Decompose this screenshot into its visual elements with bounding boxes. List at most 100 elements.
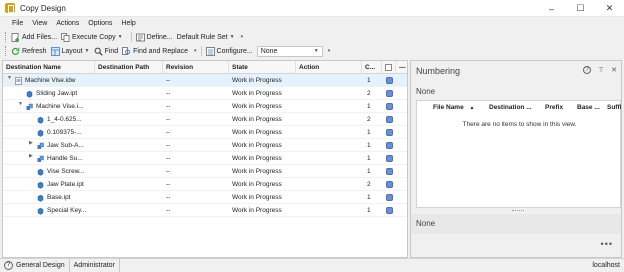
chevron-down-icon[interactable]: ▼ bbox=[118, 34, 123, 40]
toolbar-overflow-icon[interactable]: ▾ bbox=[194, 48, 197, 54]
row-status-indicator[interactable] bbox=[386, 194, 393, 201]
layout-icon bbox=[50, 46, 60, 56]
configure-button[interactable]: Configure... bbox=[205, 46, 253, 56]
num-col-base[interactable]: Base ... bbox=[577, 101, 605, 114]
close-icon[interactable]: ✕ bbox=[611, 66, 617, 74]
row-status-indicator[interactable] bbox=[386, 181, 393, 188]
row-status-indicator[interactable] bbox=[386, 90, 393, 97]
cell-state: Work in Progress bbox=[232, 155, 282, 162]
cell-destination-path bbox=[98, 74, 162, 87]
toolbar-grip[interactable] bbox=[5, 46, 8, 56]
cell-state: Work in Progress bbox=[232, 77, 282, 84]
more-options-icon[interactable]: ••• bbox=[601, 239, 613, 249]
help-icon[interactable]: ? bbox=[583, 66, 592, 74]
maximize-button[interactable]: ☐ bbox=[566, 0, 595, 17]
configure-icon bbox=[205, 46, 215, 56]
numbering-grid: File Name ▲ Destination ... Prefix Base … bbox=[416, 100, 621, 208]
numbering-scheme-bottom[interactable]: None bbox=[411, 214, 621, 234]
rule-set-dropdown[interactable]: Default Rule Set ▼ bbox=[177, 34, 235, 41]
cell-action bbox=[299, 113, 361, 126]
cell-action bbox=[299, 152, 361, 165]
menu-view[interactable]: View bbox=[32, 20, 47, 27]
expand-icon[interactable]: ▶ bbox=[29, 153, 33, 159]
workspace-status[interactable]: ? General Design bbox=[0, 258, 70, 272]
expand-icon[interactable]: ▶ bbox=[29, 140, 33, 146]
col-action[interactable]: Action bbox=[296, 61, 362, 74]
table-row[interactable]: 0.109375-... -- Work in Progress 1 bbox=[3, 126, 407, 139]
col-destination-name[interactable]: Destination Name bbox=[3, 61, 95, 74]
table-row[interactable]: Vise Screw... -- Work in Progress 1 bbox=[3, 165, 407, 178]
col-count[interactable]: C... bbox=[362, 61, 382, 74]
row-status-indicator[interactable] bbox=[386, 103, 393, 110]
part-file-icon bbox=[37, 207, 44, 215]
row-status-indicator[interactable] bbox=[386, 77, 393, 84]
cell-destination-path bbox=[98, 126, 162, 139]
col-checkbox[interactable] bbox=[382, 61, 396, 74]
collapse-icon[interactable]: ▼ bbox=[18, 101, 23, 107]
col-menu[interactable]: — bbox=[396, 61, 407, 74]
table-row[interactable]: ▶ Jaw Sub-A... -- Work in Progress 1 bbox=[3, 139, 407, 152]
row-status-indicator[interactable] bbox=[386, 155, 393, 162]
row-status-indicator[interactable] bbox=[386, 142, 393, 149]
find-button[interactable]: Find bbox=[94, 47, 118, 56]
close-button[interactable]: ✕ bbox=[595, 0, 624, 17]
table-row[interactable]: Jaw Plate.ipt -- Work in Progress 2 bbox=[3, 178, 407, 191]
col-revision[interactable]: Revision bbox=[163, 61, 229, 74]
window-controls: – ☐ ✕ bbox=[537, 0, 624, 17]
empty-message: There are no items to show in this view. bbox=[462, 121, 577, 128]
cell-destination-name: Handle Su... bbox=[47, 155, 83, 162]
num-col-suffix[interactable]: Suffi bbox=[607, 101, 622, 114]
num-col-file-name[interactable]: File Name ▲ bbox=[433, 101, 485, 114]
cell-destination-path bbox=[98, 87, 162, 100]
search-icon bbox=[94, 47, 103, 56]
num-col-destination[interactable]: Destination ... bbox=[489, 101, 543, 114]
configure-select[interactable]: None ▼ bbox=[256, 45, 323, 57]
menu-options[interactable]: Options bbox=[88, 20, 112, 27]
col-state[interactable]: State bbox=[229, 61, 296, 74]
collapse-icon[interactable]: ▼ bbox=[7, 75, 12, 81]
menu-help[interactable]: Help bbox=[121, 20, 135, 27]
cell-destination-path bbox=[98, 152, 162, 165]
toolbar-overflow-icon[interactable]: ▾ bbox=[328, 48, 331, 54]
table-row[interactable]: Sliding Jaw.ipt -- Work in Progress 2 bbox=[3, 87, 407, 100]
refresh-button[interactable]: Refresh bbox=[11, 47, 47, 56]
table-row[interactable]: Base.ipt -- Work in Progress 1 bbox=[3, 191, 407, 204]
numbering-splitter[interactable] bbox=[416, 209, 621, 213]
define-button[interactable]: Define... bbox=[135, 33, 173, 42]
cell-state: Work in Progress bbox=[232, 116, 282, 123]
chevron-down-icon: ▼ bbox=[229, 34, 235, 40]
menu-actions[interactable]: Actions bbox=[56, 20, 79, 27]
layout-button[interactable]: Layout ▼ bbox=[50, 46, 90, 56]
minimize-button[interactable]: – bbox=[537, 0, 566, 17]
menu-file[interactable]: File bbox=[12, 20, 23, 27]
cell-count: 1 bbox=[367, 155, 371, 162]
table-row[interactable]: ▼ Machine Vise.i... -- Work in Progress 1 bbox=[3, 100, 407, 113]
num-col-prefix[interactable]: Prefix bbox=[545, 101, 575, 114]
row-status-indicator[interactable] bbox=[386, 116, 393, 123]
execute-copy-icon bbox=[61, 32, 70, 42]
execute-copy-button[interactable]: Execute Copy ▼ bbox=[61, 32, 123, 42]
toolbar-secondary: Refresh Layout ▼ Find Find and Replace ▾… bbox=[0, 44, 624, 58]
cell-destination-path bbox=[98, 178, 162, 191]
row-status-indicator[interactable] bbox=[386, 129, 393, 136]
table-row[interactable]: ▼ Machine Vise.idw -- Work in Progress 1 bbox=[3, 74, 407, 87]
column-menu-icon[interactable]: — bbox=[399, 64, 406, 71]
toolbar-overflow-icon[interactable]: ▾ bbox=[241, 34, 244, 40]
table-row[interactable]: ▶ Handle Su... -- Work in Progress 1 bbox=[3, 152, 407, 165]
toolbar-grip[interactable] bbox=[5, 32, 8, 42]
table-row[interactable]: Special Key... -- Work in Progress 1 bbox=[3, 204, 407, 217]
col-destination-path[interactable]: Destination Path bbox=[95, 61, 163, 74]
numbering-scheme-top[interactable]: None bbox=[416, 87, 435, 96]
drawing-file-icon bbox=[15, 77, 22, 85]
header-checkbox[interactable] bbox=[385, 64, 392, 71]
add-files-button[interactable]: Add Files... bbox=[11, 32, 57, 42]
cell-state: Work in Progress bbox=[232, 168, 282, 175]
title-bar: Copy Design – ☐ ✕ bbox=[0, 0, 624, 17]
row-status-indicator[interactable] bbox=[386, 168, 393, 175]
row-status-indicator[interactable] bbox=[386, 207, 393, 214]
table-row[interactable]: 1_4-0.625... -- Work in Progress 2 bbox=[3, 113, 407, 126]
cell-count: 1 bbox=[367, 207, 371, 214]
toolbar-primary: Add Files... Execute Copy ▼ Define... De… bbox=[0, 30, 624, 44]
find-replace-button[interactable]: Find and Replace bbox=[122, 46, 188, 56]
pin-icon[interactable]: ⊤ bbox=[598, 66, 604, 74]
